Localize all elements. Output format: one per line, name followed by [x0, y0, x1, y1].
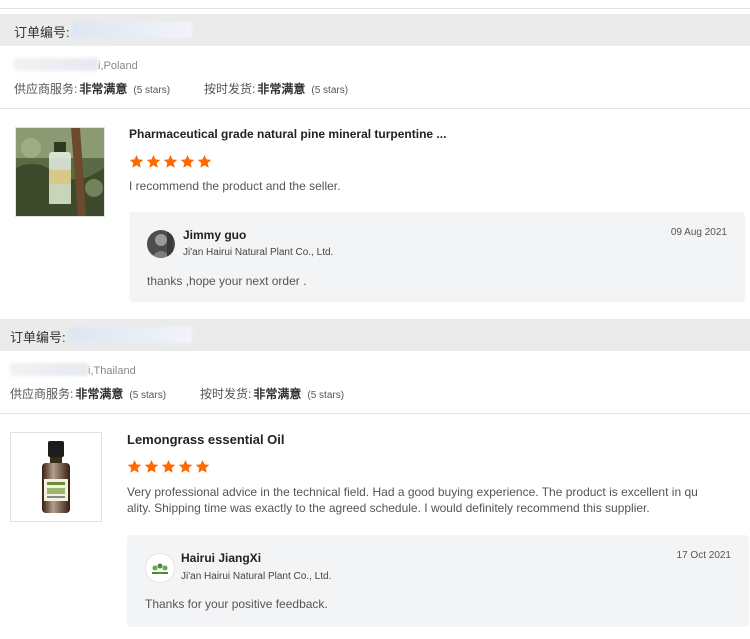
divider: [0, 413, 750, 414]
ontime-value: 非常满意: [253, 387, 302, 401]
supplier-service-stars: (5 stars): [133, 85, 171, 96]
reply-author-name: Hairui JiangXi: [181, 551, 262, 565]
product-image[interactable]: [15, 127, 105, 217]
reply-company[interactable]: Ji'an Hairui Natural Plant Co., Ltd.: [181, 571, 331, 582]
buyer-location: i,Poland: [14, 58, 138, 72]
order-number-redacted: [68, 327, 192, 343]
order-bar: 订单编号:: [0, 319, 750, 351]
supplier-reply: Hairui JiangXi Ji'an Hairui Natural Plan…: [127, 535, 749, 627]
buyer-location: i,Thailand: [10, 363, 136, 377]
star-icon: [144, 459, 159, 473]
star-icon: [146, 154, 161, 168]
reply-text: thanks ,hope your next order .: [147, 274, 307, 288]
divider: [0, 108, 750, 109]
buyer-country: i,Poland: [98, 60, 138, 72]
supplier-service-value: 非常满意: [79, 82, 128, 96]
product-image[interactable]: [10, 432, 102, 522]
buyer-name-redacted: [14, 58, 98, 71]
supplier-service-value: 非常满意: [75, 387, 124, 401]
reply-text: Thanks for your positive feedback.: [145, 597, 328, 611]
supplier-service-stars: (5 stars): [129, 390, 167, 401]
order-number-redacted: [72, 22, 192, 38]
product-title[interactable]: Pharmaceutical grade natural pine minera…: [129, 127, 446, 141]
ontime-stars: (5 stars): [311, 85, 349, 96]
star-icon: [129, 154, 144, 168]
review-comment-line: ality. Shipping time was exactly to the …: [127, 501, 650, 515]
review-comment: I recommend the product and the seller.: [129, 179, 341, 193]
supplier-service-label: 供应商服务:: [10, 387, 74, 401]
star-icon: [178, 459, 193, 473]
supplier-service-label: 供应商服务:: [14, 82, 78, 96]
star-icon: [180, 154, 195, 168]
review-comment: Very professional advice in the technica…: [127, 484, 698, 516]
star-icon: [163, 154, 178, 168]
ontime-stars: (5 stars): [307, 390, 345, 401]
ratings-row: 供应商服务: 非常满意 (5 stars) 按时发货: 非常满意 (5 stars): [10, 385, 344, 402]
avatar: [147, 230, 175, 258]
turpentine-bottle-photo: [16, 128, 104, 216]
rating-stars: [129, 154, 212, 170]
star-icon: [127, 459, 142, 473]
reply-company[interactable]: Ji'an Hairui Natural Plant Co., Ltd.: [183, 247, 333, 258]
reply-date: 17 Oct 2021: [676, 550, 731, 561]
ontime-value: 非常满意: [257, 82, 306, 96]
product-title[interactable]: Lemongrass essential Oil: [127, 432, 285, 447]
supplier-reply: Jimmy guo Ji'an Hairui Natural Plant Co.…: [129, 212, 745, 302]
buyer-name-redacted: [10, 363, 88, 376]
star-icon: [197, 154, 212, 168]
reply-author-name: Jimmy guo: [183, 228, 247, 242]
buyer-country: i,Thailand: [88, 365, 136, 377]
lemongrass-bottle-photo: [11, 433, 101, 521]
order-bar: 订单编号:: [0, 14, 750, 46]
top-border: [0, 0, 750, 9]
star-icon: [161, 459, 176, 473]
ratings-row: 供应商服务: 非常满意 (5 stars) 按时发货: 非常满意 (5 stars): [14, 80, 348, 97]
ontime-label: 按时发货:: [204, 82, 256, 96]
avatar: [145, 553, 175, 583]
ontime-label: 按时发货:: [200, 387, 252, 401]
rating-stars: [127, 459, 210, 475]
reply-date: 09 Aug 2021: [670, 227, 727, 238]
review-comment-line: Very professional advice in the technica…: [127, 485, 698, 499]
order-number-label: 订单编号:: [14, 25, 70, 40]
order-number-label: 订单编号:: [10, 330, 66, 345]
star-icon: [195, 459, 210, 473]
